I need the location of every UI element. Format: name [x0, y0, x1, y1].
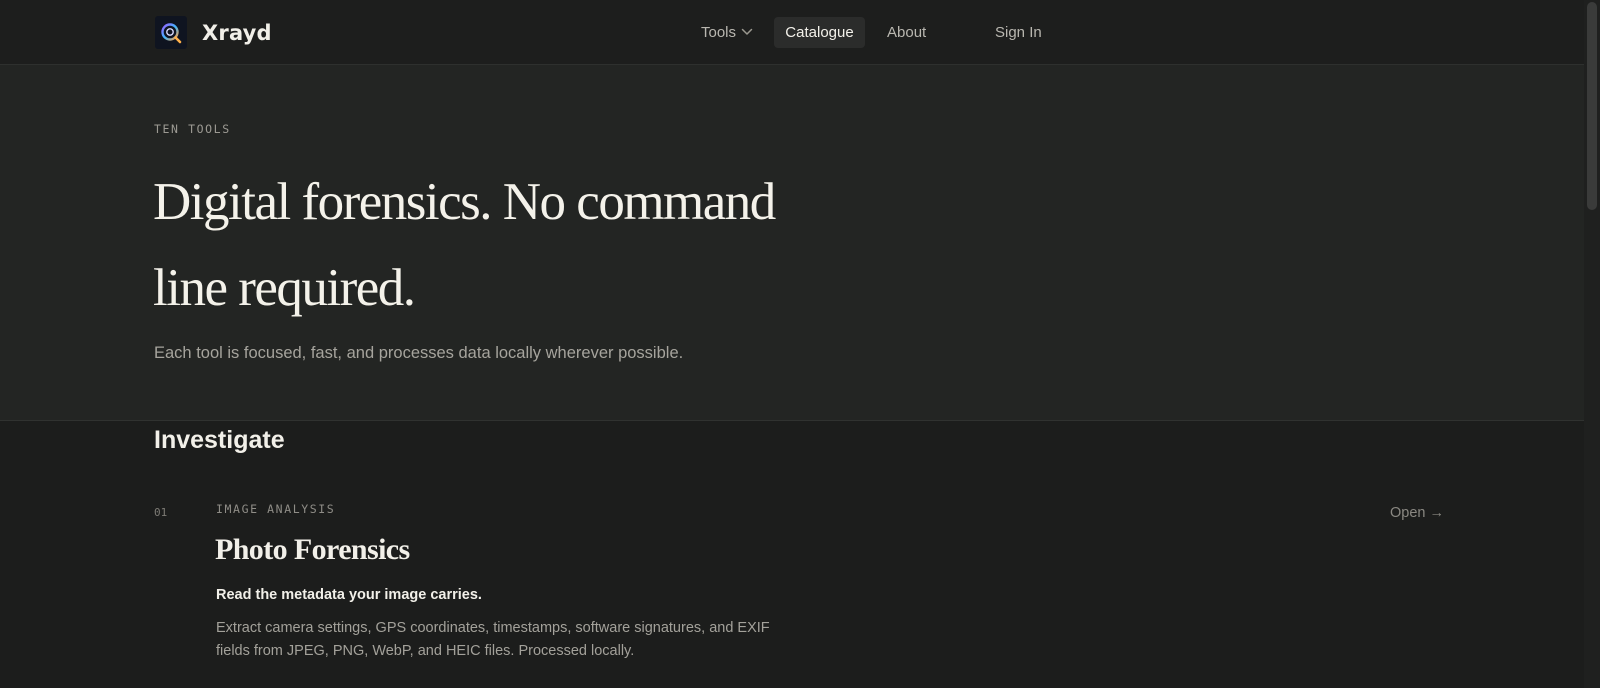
tool-description: Extract camera settings, GPS coordinates…: [216, 620, 770, 659]
hero-title: Digital forensics. No command line requi…: [153, 173, 776, 317]
brand-name: Xrayd: [202, 20, 272, 45]
tool-name[interactable]: Photo Forensics: [215, 533, 410, 567]
hero-section: TEN TOOLS Digital forensics. No command …: [0, 65, 1584, 421]
tool-tagline: Read the metadata your image carries.: [216, 587, 482, 603]
tool-category: IMAGE ANALYSIS: [216, 502, 336, 516]
nav-tools-dropdown[interactable]: Tools: [701, 17, 753, 48]
nav-catalogue[interactable]: Catalogue: [774, 17, 865, 48]
open-tool-link[interactable]: Open →: [1390, 505, 1444, 521]
hero-eyebrow: TEN TOOLS: [154, 122, 231, 136]
chevron-down-icon: [741, 28, 753, 35]
tool-number: 01: [154, 506, 168, 519]
sign-in-link[interactable]: Sign In: [995, 17, 1042, 48]
top-navigation-bar: Xrayd Tools Catalogue About Sign In: [0, 0, 1584, 65]
hero-subtitle: Each tool is focused, fast, and processe…: [154, 344, 684, 362]
magnifier-icon: [155, 16, 187, 49]
brand-link[interactable]: Xrayd: [155, 16, 272, 49]
nav-about[interactable]: About: [887, 17, 926, 48]
scrollbar-thumb[interactable]: [1587, 2, 1597, 210]
page-scrollbar[interactable]: [1584, 0, 1600, 688]
nav-tools-label: Tools: [701, 24, 737, 41]
section-title: Investigate: [154, 426, 285, 454]
